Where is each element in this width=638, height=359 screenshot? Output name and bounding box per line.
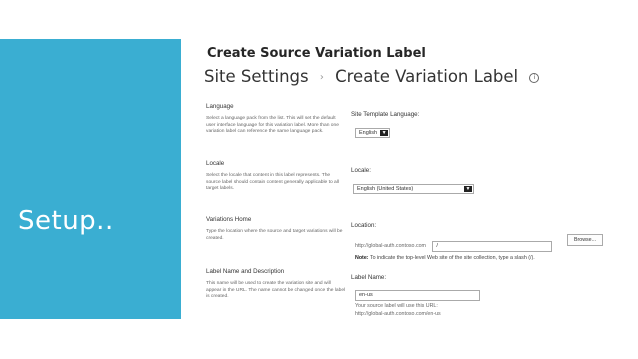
- language-select-value: English: [359, 130, 378, 136]
- label-name-title: Label Name and Description: [206, 268, 285, 275]
- location-input[interactable]: /: [432, 241, 553, 252]
- location-field: Location: http://global-auth.contoso.com…: [351, 222, 553, 261]
- locale-field: Locale: English (United States) ▼: [351, 167, 474, 195]
- locale-select-value: English (United States): [357, 186, 414, 192]
- language-section: Language Select a language pack from the…: [206, 103, 346, 136]
- language-title: Language: [206, 103, 234, 110]
- variations-home-title: Variations Home: [206, 216, 252, 223]
- breadcrumb-site-settings[interactable]: Site Settings: [204, 67, 309, 86]
- sidebar-title: Setup..: [18, 206, 114, 236]
- language-field: Site Template Language: English ▼: [351, 111, 419, 139]
- location-url-prefix: http://global-auth.contoso.com: [355, 243, 426, 249]
- page-title: Create Variation Label: [335, 67, 519, 86]
- sidebar-panel: Setup..: [0, 39, 181, 319]
- page-header: Site Settings › Create Variation Label i: [204, 67, 540, 86]
- url-value: http://global-auth.contoso.com/en-us: [355, 310, 441, 317]
- locale-field-label: Locale:: [351, 167, 371, 174]
- note-label: Note:: [355, 255, 369, 261]
- label-name-input[interactable]: en-us: [355, 290, 480, 301]
- label-name-field-label: Label Name:: [351, 274, 387, 281]
- locale-select[interactable]: English (United States) ▼: [353, 184, 474, 194]
- label-name-description: This name will be used to create the var…: [206, 281, 346, 300]
- note-text: To indicate the top-level Web site of th…: [369, 255, 535, 261]
- breadcrumb-separator: ›: [319, 72, 324, 83]
- language-select[interactable]: English ▼: [355, 128, 391, 138]
- label-name-field: Label Name: en-us Your source label will…: [351, 274, 480, 318]
- location-note: Note: To indicate the top-level Web site…: [355, 255, 552, 261]
- variations-home-description: Type the location where the source and t…: [206, 229, 343, 241]
- label-name-section: Label Name and Description This name wil…: [206, 268, 346, 301]
- locale-description: Select the locale that content in this l…: [206, 173, 339, 192]
- locale-section: Locale Select the locale that content in…: [206, 160, 346, 193]
- locale-title: Locale: [206, 160, 225, 167]
- language-field-label: Site Template Language:: [351, 111, 420, 118]
- url-hint: Your source label will use this URL:: [355, 303, 438, 309]
- location-field-label: Location:: [351, 222, 377, 229]
- chevron-down-icon: ▼: [380, 130, 389, 136]
- chevron-down-icon: ▼: [464, 186, 472, 192]
- language-description: Select a language pack from the list. Th…: [206, 116, 339, 135]
- info-icon[interactable]: i: [529, 73, 540, 83]
- browse-button[interactable]: Browse...: [567, 234, 603, 246]
- slide-title: Create Source Variation Label: [207, 46, 426, 61]
- variations-home-section: Variations Home Type the location where …: [206, 216, 346, 242]
